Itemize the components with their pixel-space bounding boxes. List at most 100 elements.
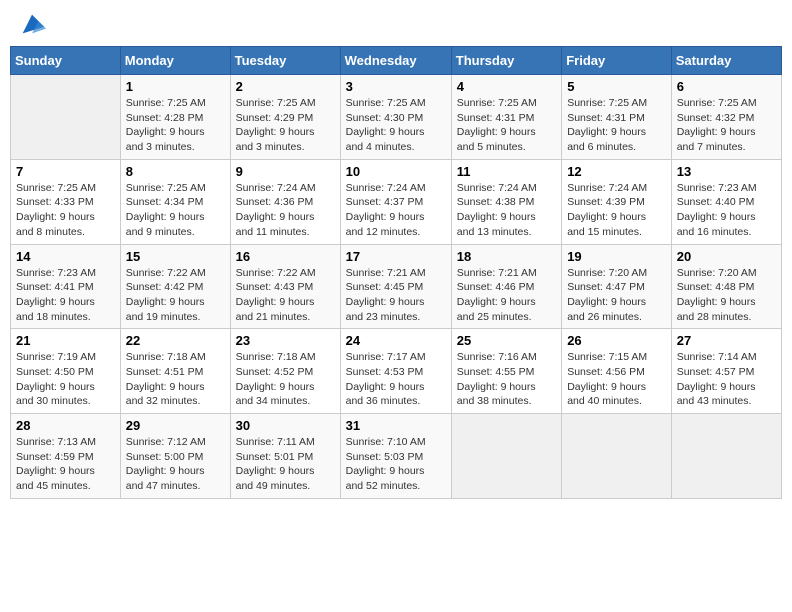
logo	[14, 10, 46, 38]
calendar-cell: 4Sunrise: 7:25 AM Sunset: 4:31 PM Daylig…	[451, 75, 561, 160]
calendar-cell	[562, 414, 672, 499]
calendar-cell: 29 Sunrise: 7:12 AM Sunset: 5:00 PM Dayli…	[120, 414, 230, 499]
calendar-cell: 31 Sunrise: 7:10 AM Sunset: 5:03 PM Dayli…	[340, 414, 451, 499]
day-info: Sunrise: 7:16 AM Sunset: 4:55 PM Dayligh…	[457, 350, 556, 409]
calendar-cell: 26 Sunrise: 7:15 AM Sunset: 4:56 PM Dayli…	[562, 329, 672, 414]
day-info: Sunrise: 7:25 AM Sunset: 4:34 PM Dayligh…	[126, 181, 225, 240]
calendar-cell	[11, 75, 121, 160]
day-info: Sunrise: 7:24 AM Sunset: 4:38 PM Dayligh…	[457, 181, 556, 240]
calendar-cell: 6 Sunrise: 7:25 AM Sunset: 4:32 PM Daylig…	[671, 75, 781, 160]
day-number: 10	[346, 164, 446, 179]
day-info: Sunrise: 7:10 AM Sunset: 5:03 PM Dayligh…	[346, 435, 446, 494]
day-number: 28	[16, 418, 115, 433]
calendar-header-row: SundayMondayTuesdayWednesdayThursdayFrid…	[11, 47, 782, 75]
day-info: Sunrise: 7:13 AM Sunset: 4:59 PM Dayligh…	[16, 435, 115, 494]
calendar-cell: 18 Sunrise: 7:21 AM Sunset: 4:46 PM Dayli…	[451, 244, 561, 329]
day-number: 11	[457, 164, 556, 179]
calendar-cell: 24 Sunrise: 7:17 AM Sunset: 4:53 PM Dayli…	[340, 329, 451, 414]
day-number: 21	[16, 333, 115, 348]
day-info: Sunrise: 7:12 AM Sunset: 5:00 PM Dayligh…	[126, 435, 225, 494]
day-info: Sunrise: 7:25 AM Sunset: 4:29 PM Dayligh…	[236, 96, 335, 155]
calendar-cell: 22 Sunrise: 7:18 AM Sunset: 4:51 PM Dayli…	[120, 329, 230, 414]
day-number: 9	[236, 164, 335, 179]
day-number: 13	[677, 164, 776, 179]
calendar-cell: 2Sunrise: 7:25 AM Sunset: 4:29 PM Daylig…	[230, 75, 340, 160]
day-info: Sunrise: 7:20 AM Sunset: 4:48 PM Dayligh…	[677, 266, 776, 325]
day-info: Sunrise: 7:18 AM Sunset: 4:51 PM Dayligh…	[126, 350, 225, 409]
calendar-cell: 25Sunrise: 7:16 AM Sunset: 4:55 PM Dayli…	[451, 329, 561, 414]
day-info: Sunrise: 7:21 AM Sunset: 4:45 PM Dayligh…	[346, 266, 446, 325]
calendar-cell: 8Sunrise: 7:25 AM Sunset: 4:34 PM Daylig…	[120, 159, 230, 244]
day-info: Sunrise: 7:25 AM Sunset: 4:32 PM Dayligh…	[677, 96, 776, 155]
day-number: 1	[126, 79, 225, 94]
day-number: 18	[457, 249, 556, 264]
page-header	[10, 10, 782, 38]
day-info: Sunrise: 7:18 AM Sunset: 4:52 PM Dayligh…	[236, 350, 335, 409]
day-info: Sunrise: 7:21 AM Sunset: 4:46 PM Dayligh…	[457, 266, 556, 325]
calendar-cell: 21Sunrise: 7:19 AM Sunset: 4:50 PM Dayli…	[11, 329, 121, 414]
week-row-2: 7 Sunrise: 7:25 AM Sunset: 4:33 PM Daylig…	[11, 159, 782, 244]
day-number: 12	[567, 164, 666, 179]
calendar-cell: 28 Sunrise: 7:13 AM Sunset: 4:59 PM Dayli…	[11, 414, 121, 499]
day-info: Sunrise: 7:24 AM Sunset: 4:37 PM Dayligh…	[346, 181, 446, 240]
day-info: Sunrise: 7:15 AM Sunset: 4:56 PM Dayligh…	[567, 350, 666, 409]
calendar-cell: 16Sunrise: 7:22 AM Sunset: 4:43 PM Dayli…	[230, 244, 340, 329]
calendar-cell: 14 Sunrise: 7:23 AM Sunset: 4:41 PM Dayli…	[11, 244, 121, 329]
calendar-cell: 3Sunrise: 7:25 AM Sunset: 4:30 PM Daylig…	[340, 75, 451, 160]
day-number: 19	[567, 249, 666, 264]
day-number: 14	[16, 249, 115, 264]
calendar-cell	[451, 414, 561, 499]
week-row-1: 1 Sunrise: 7:25 AM Sunset: 4:28 PM Daylig…	[11, 75, 782, 160]
day-number: 22	[126, 333, 225, 348]
column-header-thursday: Thursday	[451, 47, 561, 75]
calendar-cell: 11 Sunrise: 7:24 AM Sunset: 4:38 PM Dayli…	[451, 159, 561, 244]
day-number: 6	[677, 79, 776, 94]
day-info: Sunrise: 7:14 AM Sunset: 4:57 PM Dayligh…	[677, 350, 776, 409]
calendar-cell: 30 Sunrise: 7:11 AM Sunset: 5:01 PM Dayli…	[230, 414, 340, 499]
day-number: 17	[346, 249, 446, 264]
week-row-3: 14 Sunrise: 7:23 AM Sunset: 4:41 PM Dayli…	[11, 244, 782, 329]
day-number: 7	[16, 164, 115, 179]
calendar-cell: 15 Sunrise: 7:22 AM Sunset: 4:42 PM Dayli…	[120, 244, 230, 329]
day-number: 26	[567, 333, 666, 348]
calendar-cell: 10 Sunrise: 7:24 AM Sunset: 4:37 PM Dayli…	[340, 159, 451, 244]
calendar-cell: 5Sunrise: 7:25 AM Sunset: 4:31 PM Daylig…	[562, 75, 672, 160]
calendar-cell: 20 Sunrise: 7:20 AM Sunset: 4:48 PM Dayli…	[671, 244, 781, 329]
logo-icon	[18, 10, 46, 38]
day-info: Sunrise: 7:24 AM Sunset: 4:36 PM Dayligh…	[236, 181, 335, 240]
week-row-4: 21Sunrise: 7:19 AM Sunset: 4:50 PM Dayli…	[11, 329, 782, 414]
column-header-tuesday: Tuesday	[230, 47, 340, 75]
day-info: Sunrise: 7:25 AM Sunset: 4:28 PM Dayligh…	[126, 96, 225, 155]
day-info: Sunrise: 7:23 AM Sunset: 4:40 PM Dayligh…	[677, 181, 776, 240]
calendar-cell: 9 Sunrise: 7:24 AM Sunset: 4:36 PM Daylig…	[230, 159, 340, 244]
day-number: 20	[677, 249, 776, 264]
column-header-monday: Monday	[120, 47, 230, 75]
calendar-cell: 1 Sunrise: 7:25 AM Sunset: 4:28 PM Daylig…	[120, 75, 230, 160]
calendar-cell: 19 Sunrise: 7:20 AM Sunset: 4:47 PM Dayli…	[562, 244, 672, 329]
day-number: 29	[126, 418, 225, 433]
calendar-cell: 27Sunrise: 7:14 AM Sunset: 4:57 PM Dayli…	[671, 329, 781, 414]
day-info: Sunrise: 7:24 AM Sunset: 4:39 PM Dayligh…	[567, 181, 666, 240]
day-number: 23	[236, 333, 335, 348]
day-info: Sunrise: 7:25 AM Sunset: 4:33 PM Dayligh…	[16, 181, 115, 240]
day-info: Sunrise: 7:23 AM Sunset: 4:41 PM Dayligh…	[16, 266, 115, 325]
column-header-wednesday: Wednesday	[340, 47, 451, 75]
day-info: Sunrise: 7:20 AM Sunset: 4:47 PM Dayligh…	[567, 266, 666, 325]
day-number: 31	[346, 418, 446, 433]
column-header-friday: Friday	[562, 47, 672, 75]
week-row-5: 28 Sunrise: 7:13 AM Sunset: 4:59 PM Dayli…	[11, 414, 782, 499]
column-header-sunday: Sunday	[11, 47, 121, 75]
day-info: Sunrise: 7:25 AM Sunset: 4:31 PM Dayligh…	[457, 96, 556, 155]
day-info: Sunrise: 7:25 AM Sunset: 4:31 PM Dayligh…	[567, 96, 666, 155]
day-number: 24	[346, 333, 446, 348]
day-info: Sunrise: 7:11 AM Sunset: 5:01 PM Dayligh…	[236, 435, 335, 494]
calendar-cell: 17 Sunrise: 7:21 AM Sunset: 4:45 PM Dayli…	[340, 244, 451, 329]
day-info: Sunrise: 7:17 AM Sunset: 4:53 PM Dayligh…	[346, 350, 446, 409]
column-header-saturday: Saturday	[671, 47, 781, 75]
day-number: 3	[346, 79, 446, 94]
day-info: Sunrise: 7:22 AM Sunset: 4:42 PM Dayligh…	[126, 266, 225, 325]
day-number: 30	[236, 418, 335, 433]
day-number: 15	[126, 249, 225, 264]
calendar-cell: 12 Sunrise: 7:24 AM Sunset: 4:39 PM Dayli…	[562, 159, 672, 244]
day-number: 16	[236, 249, 335, 264]
